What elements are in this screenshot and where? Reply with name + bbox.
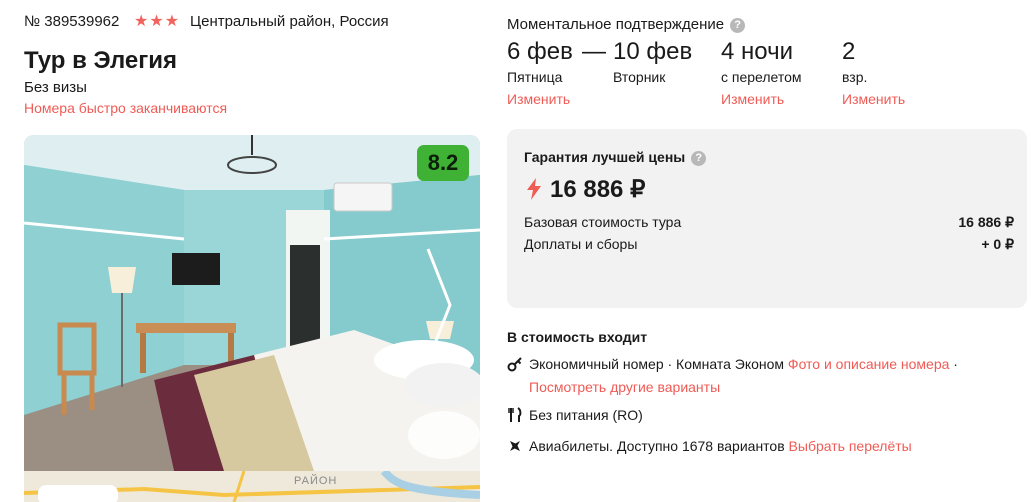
- nights-sub: с перелетом: [721, 69, 802, 85]
- fees-label: Доплаты и сборы: [524, 236, 638, 252]
- instant-confirmation: Моментальное подтверждение?: [507, 16, 746, 33]
- hotel-stars: ★★★: [134, 13, 181, 30]
- lightning-icon: [527, 178, 541, 200]
- nights-count: 4 ночи: [721, 38, 793, 65]
- cutlery-icon: [508, 407, 522, 422]
- airplane-icon: [510, 441, 520, 451]
- room-photos-link[interactable]: Фото и описание номера: [788, 356, 949, 372]
- hotel-region: Центральный район, Россия: [190, 13, 389, 30]
- flights-info: Авиабилеты. Доступно 1678 вариантов Выбр…: [529, 438, 912, 454]
- help-icon[interactable]: ?: [691, 151, 707, 166]
- day-from: Пятница: [507, 69, 563, 85]
- base-cost-label: Базовая стоимость тура: [524, 214, 682, 230]
- change-nights-link[interactable]: Изменить: [721, 91, 784, 107]
- price-guarantee: Гарантия лучшей цены?: [524, 149, 707, 166]
- map-preview[interactable]: РАЙОН: [24, 471, 480, 502]
- choose-flights-link[interactable]: Выбрать перелёты: [789, 438, 912, 454]
- includes-title: В стоимость входит: [507, 329, 648, 345]
- date-to: 10 фев: [613, 38, 693, 65]
- rating-badge: 8.2: [417, 145, 469, 181]
- next-photo-icon[interactable]: [424, 245, 454, 365]
- room-photo-illustration: [24, 135, 480, 471]
- room-type: Экономичный номер · Комната Эконом: [529, 356, 785, 372]
- rooms-warning: Номера быстро заканчиваются: [24, 100, 228, 116]
- change-tourists-link[interactable]: Изменить: [842, 91, 905, 107]
- map-district-label: РАЙОН: [294, 475, 338, 487]
- room-separator: ·: [953, 356, 958, 372]
- base-cost-value: 16 886 ₽: [958, 214, 1014, 230]
- page-title: Тур в Элегия: [24, 47, 178, 74]
- instant-confirmation-label: Моментальное подтверждение: [507, 16, 725, 33]
- room-info: Экономичный номер · Комната Эконом Фото …: [529, 356, 958, 372]
- tour-id: № 389539962: [24, 13, 120, 30]
- hotel-photo[interactable]: [24, 135, 480, 471]
- adults-sub: взр.: [842, 69, 868, 85]
- key-icon: [507, 357, 522, 372]
- total-price: 16 886 ₽: [550, 176, 646, 203]
- date-from: 6 фев: [507, 38, 573, 65]
- fees-value: + 0 ₽: [981, 236, 1014, 252]
- change-dates-link[interactable]: Изменить: [507, 91, 570, 107]
- flights-text: Авиабилеты. Доступно 1678 вариантов: [529, 438, 785, 454]
- visa-note: Без визы: [24, 79, 87, 96]
- help-icon[interactable]: ?: [730, 18, 746, 33]
- day-to: Вторник: [613, 69, 666, 85]
- price-guarantee-label: Гарантия лучшей цены: [524, 149, 686, 165]
- date-dash: —: [582, 38, 606, 65]
- meal-plan: Без питания (RO): [529, 407, 643, 423]
- adults-count: 2: [842, 38, 856, 65]
- map-illustration: [24, 471, 480, 502]
- other-rooms-link[interactable]: Посмотреть другие варианты: [529, 379, 720, 395]
